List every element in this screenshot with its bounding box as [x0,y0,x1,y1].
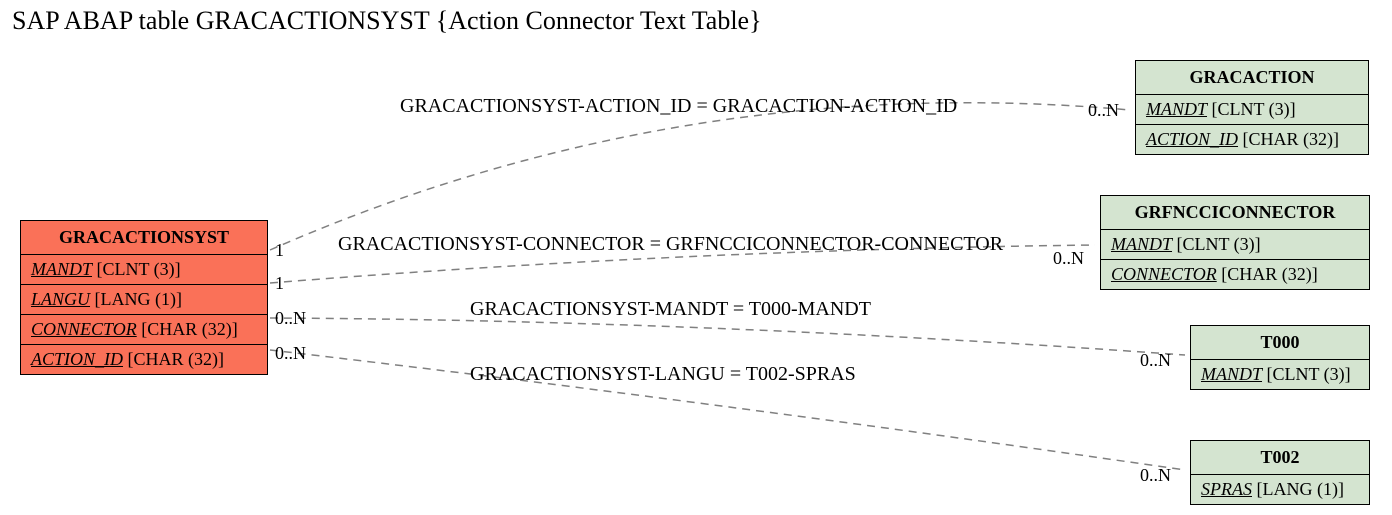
entity-field: MANDT [CLNT (3)] [1136,95,1368,125]
entity-field: MANDT [CLNT (3)] [1101,230,1369,260]
entity-field: ACTION_ID [CHAR (32)] [1136,125,1368,154]
entity-field: ACTION_ID [CHAR (32)] [21,345,267,374]
relation-label-4: GRACACTIONSYST-LANGU = T002-SPRAS [470,363,856,386]
cardinality-left-3: 0..N [275,308,306,329]
relation-label-3: GRACACTIONSYST-MANDT = T000-MANDT [470,298,871,321]
entity-grfncciconnector: GRFNCCICONNECTOR MANDT [CLNT (3)] CONNEC… [1100,195,1370,290]
entity-t002: T002 SPRAS [LANG (1)] [1190,440,1370,505]
entity-field: LANGU [LANG (1)] [21,285,267,315]
entity-header: T002 [1191,441,1369,475]
relation-label-2: GRACACTIONSYST-CONNECTOR = GRFNCCICONNEC… [338,233,1003,256]
cardinality-right-1: 0..N [1088,100,1119,121]
relation-label-1: GRACACTIONSYST-ACTION_ID = GRACACTION-AC… [400,95,957,118]
cardinality-right-2: 0..N [1053,248,1084,269]
page-title: SAP ABAP table GRACACTIONSYST {Action Co… [12,6,762,36]
entity-header: GRFNCCICONNECTOR [1101,196,1369,230]
entity-header: GRACACTIONSYST [21,221,267,255]
cardinality-left-1: 1 [275,240,284,261]
entity-t000: T000 MANDT [CLNT (3)] [1190,325,1370,390]
entity-header: T000 [1191,326,1369,360]
entity-gracactionsyst: GRACACTIONSYST MANDT [CLNT (3)] LANGU [L… [20,220,268,375]
cardinality-right-4: 0..N [1140,465,1171,486]
entity-header: GRACACTION [1136,61,1368,95]
cardinality-left-4: 0..N [275,343,306,364]
cardinality-left-2: 1 [275,273,284,294]
entity-field: CONNECTOR [CHAR (32)] [1101,260,1369,289]
entity-field: SPRAS [LANG (1)] [1191,475,1369,504]
entity-field: CONNECTOR [CHAR (32)] [21,315,267,345]
entity-field: MANDT [CLNT (3)] [1191,360,1369,389]
entity-gracaction: GRACACTION MANDT [CLNT (3)] ACTION_ID [C… [1135,60,1369,155]
line-r3 [270,318,1185,355]
diagram-canvas: SAP ABAP table GRACACTIONSYST {Action Co… [0,0,1392,515]
line-r1 [270,103,1130,250]
entity-field: MANDT [CLNT (3)] [21,255,267,285]
cardinality-right-3: 0..N [1140,350,1171,371]
